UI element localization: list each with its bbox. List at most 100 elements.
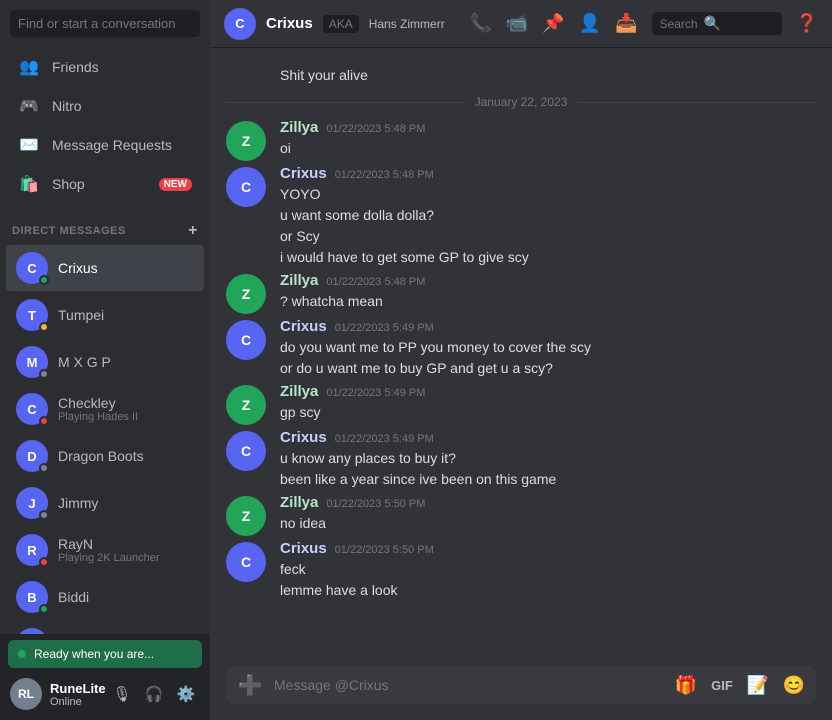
msg-text-whatcha: ? whatcha mean	[280, 291, 816, 312]
dm-item-tumpei[interactable]: T Tumpei	[6, 292, 204, 338]
dm-avatar-checkley: C	[16, 393, 48, 425]
activity-banner: Ready when you are...	[8, 640, 202, 668]
dm-name-crixus: Crixus	[58, 260, 98, 276]
message-group-crixus-4: C Crixus 01/22/2023 5:50 PM feck lemme h…	[210, 538, 832, 603]
msg-username-zillya-3: Zillya	[280, 383, 318, 400]
msg-text-scy: or Scy	[280, 226, 816, 247]
gift-icon[interactable]: 🎁	[672, 671, 700, 699]
dm-item-jake[interactable]: J Jake	[6, 621, 204, 634]
dm-header-label: DIRECT MESSAGES	[12, 225, 126, 237]
messages-container: Shit your alive January 22, 2023 Z Zilly…	[210, 48, 832, 666]
user-tag: Online	[50, 696, 100, 708]
microphone-icon[interactable]: 🎙	[108, 680, 136, 708]
dm-info-rayn: RayN Playing 2K Launcher	[58, 536, 160, 564]
sidebar-item-shop[interactable]: 🛍️ Shop NEW	[6, 165, 204, 203]
sidebar: 👥 Friends 🎮 Nitro ✉️ Message Requests 🛍️…	[0, 0, 210, 720]
video-icon[interactable]: 📹	[506, 13, 528, 34]
sidebar-search-input[interactable]	[10, 10, 200, 37]
gif-icon[interactable]: GIF	[708, 671, 736, 699]
msg-time-zillya-3: 01/22/2023 5:49 PM	[326, 387, 425, 399]
dm-name-dragon-boots: Dragon Boots	[58, 448, 144, 464]
dm-item-crixus[interactable]: C Crixus	[6, 245, 204, 291]
user-ctrl-icons: 🎙 🎧 ⚙️	[108, 680, 200, 708]
status-dot-checkley	[39, 416, 49, 426]
msg-username-crixus-3: Crixus	[280, 429, 327, 446]
help-icon[interactable]: ❓	[796, 13, 818, 34]
msg-content-crixus-2: Crixus 01/22/2023 5:49 PM do you want me…	[280, 318, 816, 379]
sidebar-nav: 👥 Friends 🎮 Nitro ✉️ Message Requests 🛍️…	[0, 43, 210, 208]
msg-text-no-idea: no idea	[280, 513, 816, 534]
dm-item-dragon-boots[interactable]: D Dragon Boots	[6, 433, 204, 479]
sidebar-search-container	[0, 0, 210, 43]
dm-avatar-biddi: B	[16, 581, 48, 613]
msg-time-crixus-1: 01/22/2023 5:48 PM	[335, 169, 434, 181]
emoji-icon[interactable]: 😊	[780, 671, 808, 699]
activity-banner-text: Ready when you are...	[34, 647, 154, 661]
channel-aka-label: AKA	[323, 15, 359, 33]
dm-name-checkley: Checkley	[58, 395, 138, 411]
message-group-zillya-4: Z Zillya 01/22/2023 5:50 PM no idea	[210, 492, 832, 538]
dm-add-button[interactable]: +	[188, 222, 198, 240]
dm-avatar-mxgp: M	[16, 346, 48, 378]
nitro-icon: 🎮	[18, 95, 40, 117]
dm-sub-rayn: Playing 2K Launcher	[58, 552, 160, 564]
sticker-icon[interactable]: 📝	[744, 671, 772, 699]
msg-time-zillya-2: 01/22/2023 5:48 PM	[326, 276, 425, 288]
dm-name-biddi: Biddi	[58, 589, 89, 605]
dm-item-jimmy[interactable]: J Jimmy	[6, 480, 204, 526]
dm-avatar-dragon-boots: D	[16, 440, 48, 472]
msg-header-crixus-2: Crixus 01/22/2023 5:49 PM	[280, 318, 816, 335]
channel-aka-name: Hans Zimmerr	[369, 17, 445, 31]
pin-icon[interactable]: 📌	[542, 13, 564, 34]
sidebar-item-nitro[interactable]: 🎮 Nitro	[6, 87, 204, 125]
msg-content-crixus-1: Crixus 01/22/2023 5:48 PM YOYO u want so…	[280, 165, 816, 268]
sidebar-item-message-requests[interactable]: ✉️ Message Requests	[6, 126, 204, 164]
msg-avatar-zillya-2: Z	[226, 274, 266, 314]
dm-item-mxgp[interactable]: M M X G P	[6, 339, 204, 385]
channel-avatar: C	[224, 8, 256, 40]
inbox-icon[interactable]: 📥	[615, 13, 637, 34]
msg-avatar-zillya-4: Z	[226, 496, 266, 536]
date-line-left	[226, 102, 465, 103]
dm-item-checkley[interactable]: C Checkley Playing Hades II	[6, 386, 204, 432]
message-input[interactable]	[274, 666, 664, 704]
channel-search-box[interactable]: Search 🔍	[652, 12, 782, 35]
settings-icon[interactable]: ⚙️	[172, 680, 200, 708]
msg-header-zillya-2: Zillya 01/22/2023 5:48 PM	[280, 272, 816, 289]
call-icon[interactable]: 📞	[469, 13, 491, 34]
dm-item-biddi[interactable]: B Biddi	[6, 574, 204, 620]
dm-name-mxgp: M X G P	[58, 354, 111, 370]
msg-text-places: u know any places to buy it?	[280, 448, 816, 469]
channel-header: C Crixus AKA Hans Zimmerr 📞 📹 📌 👤 📥 Sear…	[210, 0, 832, 48]
msg-text-zillya-oi: oi	[280, 138, 816, 159]
dm-avatar-jake: J	[16, 628, 48, 634]
msg-username-crixus-1: Crixus	[280, 165, 327, 182]
msg-header-zillya-4: Zillya 01/22/2023 5:50 PM	[280, 494, 816, 511]
search-icon: 🔍	[704, 15, 721, 32]
add-attachment-icon[interactable]: ➕	[234, 669, 266, 701]
dm-avatar-tumpei: T	[16, 299, 48, 331]
msg-avatar-zillya-1: Z	[226, 121, 266, 161]
message-input-container: ➕ 🎁 GIF 📝 😊	[210, 666, 832, 720]
shop-icon: 🛍️	[18, 173, 40, 195]
msg-text-yoyo: YOYO	[280, 184, 816, 205]
msg-text-dolla: u want some dolla dolla?	[280, 205, 816, 226]
user-name: RuneLite	[50, 681, 100, 696]
msg-text-gp: i would have to get some GP to give scy	[280, 247, 816, 268]
app-container: 👥 Friends 🎮 Nitro ✉️ Message Requests 🛍️…	[0, 0, 832, 720]
msg-text-feck: feck	[280, 559, 816, 580]
status-dot-tumpei	[39, 322, 49, 332]
msg-text-gp-scy: gp scy	[280, 402, 816, 423]
headset-icon[interactable]: 🎧	[140, 680, 168, 708]
activity-dot-icon	[18, 650, 26, 658]
user-controls: RL RuneLite Online 🎙 🎧 ⚙️	[8, 674, 202, 714]
msg-username-crixus-4: Crixus	[280, 540, 327, 557]
dm-info-dragon-boots: Dragon Boots	[58, 448, 144, 464]
message-group-crixus-1: C Crixus 01/22/2023 5:48 PM YOYO u want …	[210, 163, 832, 270]
dm-info-biddi: Biddi	[58, 589, 89, 605]
dm-item-rayn[interactable]: R RayN Playing 2K Launcher	[6, 527, 204, 573]
add-friend-icon[interactable]: 👤	[579, 13, 601, 34]
sidebar-item-friends[interactable]: 👥 Friends	[6, 48, 204, 86]
msg-text-look: lemme have a look	[280, 580, 816, 601]
message-group-zillya-3: Z Zillya 01/22/2023 5:49 PM gp scy	[210, 381, 832, 427]
